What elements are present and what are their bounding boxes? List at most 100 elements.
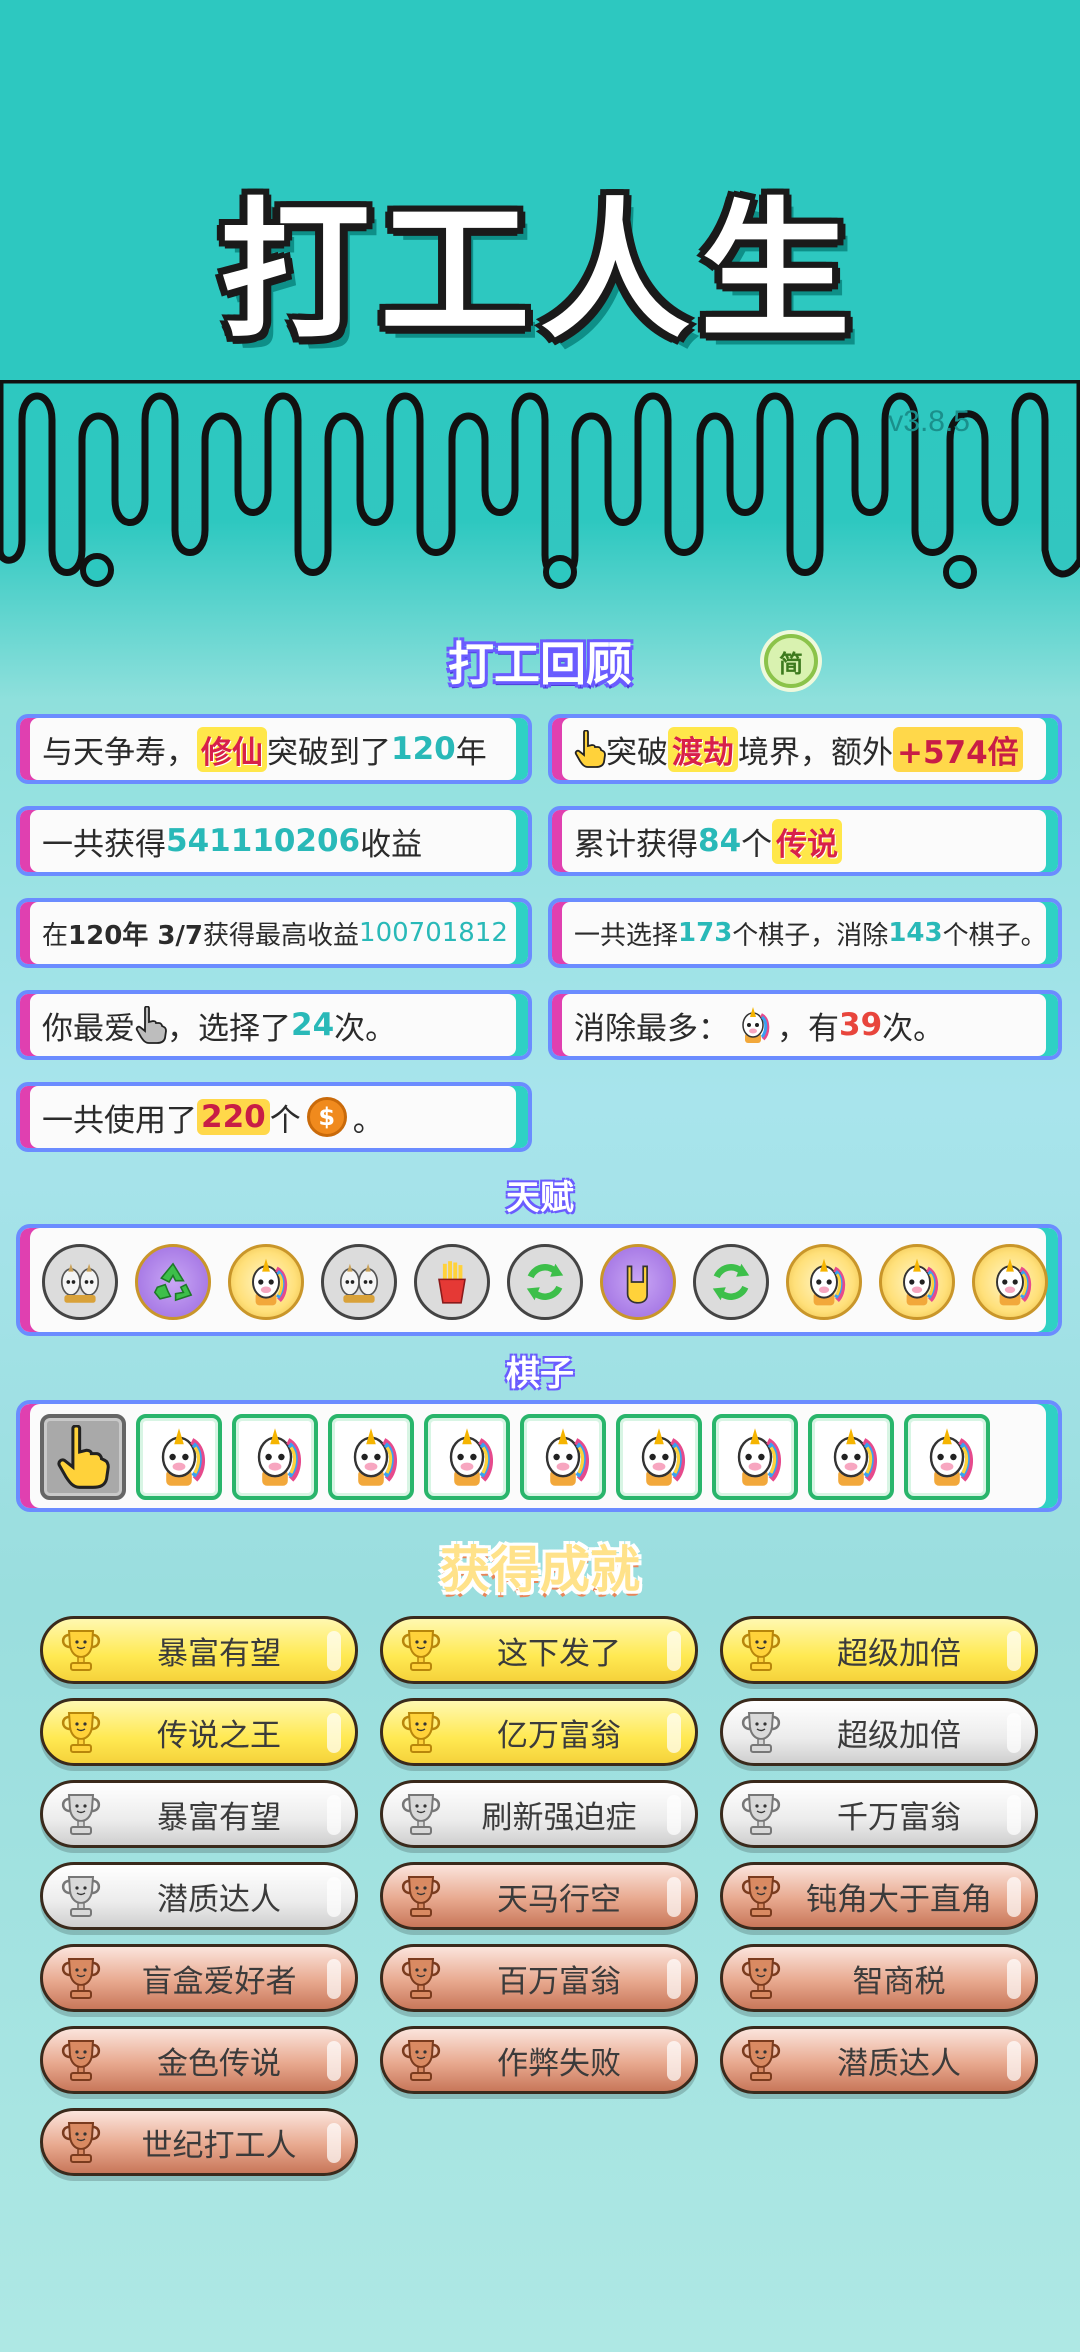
refresh-icon[interactable] [693,1244,769,1320]
trophy-icon [53,1868,109,1924]
achievement-label: 暴富有望 [157,1635,281,1672]
unicorn-icon[interactable] [904,1414,990,1500]
unicorn-gold-icon[interactable] [879,1244,955,1320]
achievement-item[interactable]: 盲盒爱好者 [40,1944,358,2012]
talents-bar [16,1224,1062,1336]
achievement-item[interactable]: 潜质达人 [720,2026,1038,2094]
trophy-icon [393,1622,449,1678]
trophy-icon [733,1786,789,1842]
achievement-label: 超级加倍 [837,1717,961,1754]
stat-card-total-income: 一共获得 541110206 收益 [16,806,532,876]
shine-decoration [1007,1631,1021,1671]
unicorn-gold-icon[interactable] [972,1244,1048,1320]
achievement-item[interactable]: 超级加倍 [720,1698,1038,1766]
achievement-label: 钝角大于直角 [806,1881,992,1918]
unicorn-icon[interactable] [136,1414,222,1500]
unicorn-icon[interactable] [232,1414,318,1500]
shine-decoration [327,2123,341,2163]
trophy-icon [733,1622,789,1678]
realm-badge: 修仙 [197,726,267,772]
shine-decoration [1007,1713,1021,1753]
refresh-icon[interactable] [507,1244,583,1320]
stat-card-most-eliminated: 消除最多： ，有 39 次。 [548,990,1062,1060]
shine-decoration [327,1959,341,1999]
achievement-item[interactable]: 天马行空 [380,1862,698,1930]
fries-icon[interactable] [414,1244,490,1320]
achievement-item[interactable]: 钝角大于直角 [720,1862,1038,1930]
shine-decoration [327,1877,341,1917]
unicorn-icon[interactable] [520,1414,606,1500]
unicorn-gold-icon[interactable] [786,1244,862,1320]
achievement-label: 天马行空 [497,1881,621,1918]
twin-unicorn-gray-icon[interactable] [321,1244,397,1320]
achievement-label: 金色传说 [157,2045,281,2082]
unicorn-icon[interactable] [808,1414,894,1500]
shine-decoration [327,2041,341,2081]
unicorn-icon[interactable] [712,1414,798,1500]
pieces-bar [16,1400,1062,1512]
rock-hand-icon[interactable] [600,1244,676,1320]
trophy-icon [393,1704,449,1760]
achievement-label: 世纪打工人 [141,2127,297,2164]
shine-decoration [667,1631,681,1671]
shine-decoration [667,2041,681,2081]
trophy-icon [733,2032,789,2088]
version-label: v3.8.5 [888,405,970,438]
recycle-icon[interactable] [135,1244,211,1320]
realm-badge: 渡劫 [668,726,738,772]
pieces-title: 棋子 [506,1354,574,1394]
achievement-item[interactable]: 金色传说 [40,2026,358,2094]
trophy-icon [393,1950,449,2006]
legend-badge: 传说 [772,818,843,864]
achievement-item[interactable]: 智商税 [720,1944,1038,2012]
unicorn-icon[interactable] [328,1414,414,1500]
stat-card-favorite: 你最爱 ，选择了 24 次。 [16,990,532,1060]
twin-unicorn-gray-icon[interactable] [42,1244,118,1320]
stat-card-best-income: 在 120年 3/7 获得最高收益 100701812 [16,898,532,968]
achievement-item[interactable]: 这下发了 [380,1616,698,1684]
achievement-label: 作弊失败 [497,2045,621,2082]
pointing-hand-gray-icon [135,1006,167,1044]
achievement-item[interactable]: 传说之王 [40,1698,358,1766]
unicorn-icon[interactable] [616,1414,702,1500]
achievement-item[interactable]: 亿万富翁 [380,1698,698,1766]
shine-decoration [667,1959,681,1999]
achievement-label: 百万富翁 [497,1963,621,2000]
trophy-icon [393,2032,449,2088]
shine-decoration [327,1631,341,1671]
game-title: 打工人生 [219,185,860,359]
achievement-label: 智商税 [852,1963,946,2000]
game-summary-screen: 打工人生 v3.8.5 打工回顾 简 与天争寿， 修仙 突破到了 120 年 突… [0,0,1080,2352]
achievement-item[interactable]: 作弊失败 [380,2026,698,2094]
multiplier-badge: +574倍 [893,726,1023,772]
achievement-item[interactable]: 千万富翁 [720,1780,1038,1848]
achievement-item[interactable]: 暴富有望 [40,1616,358,1684]
achievement-label: 亿万富翁 [497,1717,621,1754]
coin-icon: $ [306,1097,347,1137]
trophy-icon [53,2032,109,2088]
achievement-item[interactable]: 暴富有望 [40,1780,358,1848]
trophy-icon [53,2114,109,2170]
trophy-icon [53,1786,109,1842]
shine-decoration [1007,2041,1021,2081]
language-toggle-button[interactable]: 简 [764,634,818,688]
unicorn-icon[interactable] [424,1414,510,1500]
unicorn-gold-icon[interactable] [228,1244,304,1320]
shine-decoration [667,1877,681,1917]
shine-decoration [327,1795,341,1835]
achievement-item[interactable]: 刷新强迫症 [380,1780,698,1848]
trophy-icon [733,1950,789,2006]
achievement-label: 暴富有望 [157,1799,281,1836]
achievement-item[interactable]: 潜质达人 [40,1862,358,1930]
review-title: 打工回顾 [448,637,632,691]
stat-card-breakthrough: 突破 渡劫 境界，额外 +574倍 [548,714,1062,784]
trophy-icon [393,1868,449,1924]
pointing-hand-icon[interactable] [40,1414,126,1500]
shine-decoration [1007,1877,1021,1917]
stat-card-pieces: 一共选择 173 个棋子，消除 143 个棋子。 [548,898,1062,968]
achievement-item[interactable]: 超级加倍 [720,1616,1038,1684]
achievement-item[interactable]: 世纪打工人 [40,2108,358,2176]
achievement-item[interactable]: 百万富翁 [380,1944,698,2012]
shine-decoration [1007,1959,1021,1999]
achievement-label: 超级加倍 [837,1635,961,1672]
